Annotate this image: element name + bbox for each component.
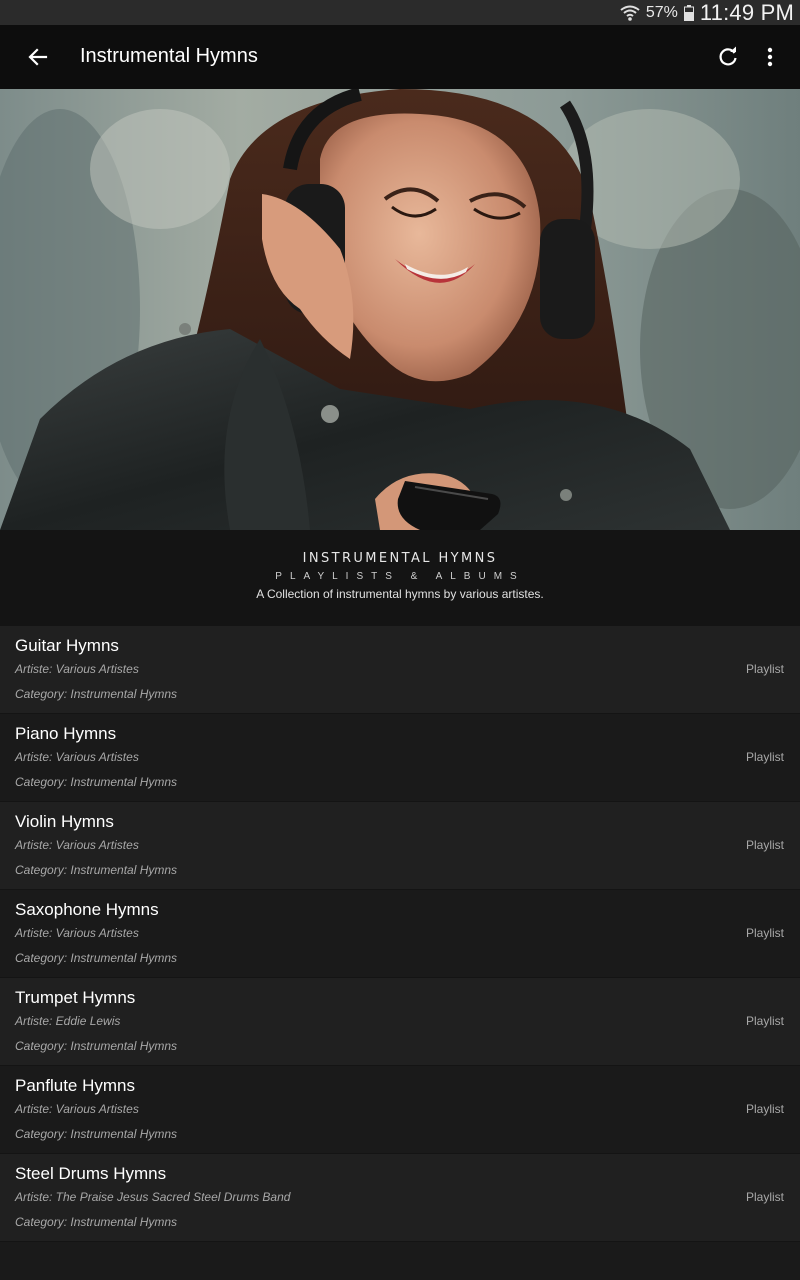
status-bar: 57% 11:49 PM (0, 0, 800, 25)
item-category: Category: Instrumental Hymns (15, 1039, 178, 1053)
item-artist: Artiste: Various Artistes (15, 662, 139, 676)
woman-listening-headphones-image (0, 89, 800, 530)
item-category: Category: Instrumental Hymns (15, 1127, 178, 1141)
item-type: Playlist (745, 750, 784, 764)
item-artist: Artiste: Various Artistes (15, 750, 139, 764)
collection-header: INSTRUMENTAL HYMNS PLAYLISTS & ALBUMS A … (0, 530, 800, 626)
refresh-icon (719, 46, 737, 66)
item-type: Playlist (745, 662, 784, 676)
item-type: Playlist (745, 838, 784, 852)
item-category: Category: Instrumental Hymns (15, 863, 178, 877)
collection-subtitle: PLAYLISTS & ALBUMS (275, 571, 525, 582)
more-vert-icon (767, 47, 773, 67)
item-type: Playlist (745, 1014, 784, 1028)
list-item[interactable]: Trumpet Hymns Artiste: Eddie Lewis Categ… (0, 978, 800, 1066)
back-arrow-icon (28, 48, 48, 66)
playlist-list: Guitar Hymns Artiste: Various Artistes C… (0, 626, 800, 1242)
list-item[interactable]: Piano Hymns Artiste: Various Artistes Ca… (0, 714, 800, 802)
list-item[interactable]: Saxophone Hymns Artiste: Various Artiste… (0, 890, 800, 978)
item-category: Category: Instrumental Hymns (15, 1215, 178, 1229)
back-button[interactable] (20, 39, 56, 75)
item-category: Category: Instrumental Hymns (15, 775, 178, 789)
item-title: Guitar Hymns (15, 636, 119, 655)
battery-icon (683, 4, 694, 21)
status-indicators: 57% 11:49 PM (620, 0, 794, 25)
item-title: Steel Drums Hymns (15, 1164, 167, 1183)
wifi-icon (620, 5, 640, 21)
item-type: Playlist (745, 1190, 784, 1204)
collection-title: INSTRUMENTAL HYMNS (302, 551, 498, 566)
item-category: Category: Instrumental Hymns (15, 951, 178, 965)
item-title: Piano Hymns (15, 724, 117, 743)
item-artist: Artiste: Various Artistes (15, 926, 139, 940)
list-item[interactable]: Guitar Hymns Artiste: Various Artistes C… (0, 626, 800, 714)
more-options-button[interactable] (752, 39, 788, 75)
hero-image (0, 89, 800, 530)
item-title: Trumpet Hymns (15, 988, 136, 1007)
list-item[interactable]: Violin Hymns Artiste: Various Artistes C… (0, 802, 800, 890)
item-type: Playlist (745, 926, 784, 940)
item-artist: Artiste: Eddie Lewis (15, 1014, 121, 1028)
collection-description: A Collection of instrumental hymns by va… (256, 587, 544, 601)
item-title: Panflute Hymns (15, 1076, 135, 1095)
app-bar: Instrumental Hymns (0, 25, 800, 89)
battery-percent: 57% (645, 3, 678, 21)
item-category: Category: Instrumental Hymns (15, 687, 178, 701)
list-item[interactable]: Panflute Hymns Artiste: Various Artistes… (0, 1066, 800, 1154)
item-artist: Artiste: The Praise Jesus Sacred Steel D… (15, 1190, 291, 1204)
item-title: Violin Hymns (15, 812, 114, 831)
item-artist: Artiste: Various Artistes (15, 838, 139, 852)
item-type: Playlist (745, 1102, 784, 1116)
page-title: Instrumental Hymns (80, 45, 258, 67)
item-title: Saxophone Hymns (15, 900, 159, 919)
item-artist: Artiste: Various Artistes (15, 1102, 139, 1116)
list-item[interactable]: Steel Drums Hymns Artiste: The Praise Je… (0, 1154, 800, 1242)
clock: 11:49 PM (699, 0, 794, 25)
refresh-button[interactable] (710, 39, 746, 75)
